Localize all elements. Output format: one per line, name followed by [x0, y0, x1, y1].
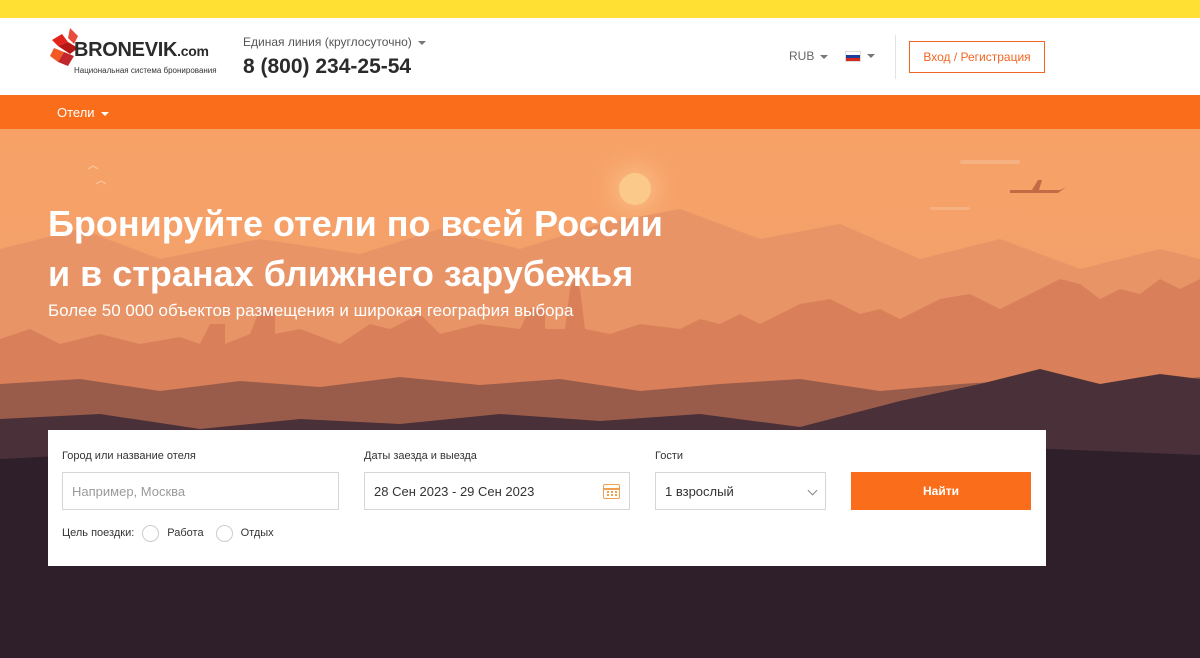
hero-title: Бронируйте отели по всей России и в стра…: [48, 199, 748, 299]
hero-banner: Бронируйте отели по всей России и в стра…: [0, 129, 1200, 658]
main-nav: Отели: [0, 95, 1200, 129]
logo-tagline: Национальная система бронирования: [74, 66, 217, 75]
guests-field-label: Гости: [655, 450, 684, 462]
dates-picker-field[interactable]: 28 Сен 2023 - 29 Сен 2023: [364, 472, 630, 510]
chevron-down-icon: [807, 485, 818, 496]
hotline-dropdown[interactable]: Единая линия (круглосуточно): [243, 35, 426, 49]
radio-leisure[interactable]: [215, 524, 233, 542]
hero-subtitle: Более 50 000 объектов размещения и широк…: [48, 301, 574, 320]
dates-field-label: Даты заезда и выезда: [364, 450, 477, 462]
chevron-down-icon: [417, 40, 426, 45]
logo[interactable]: BRONEVIK.com Национальная система бронир…: [48, 26, 218, 86]
calendar-icon[interactable]: [603, 484, 620, 499]
radio-work-label[interactable]: Работа: [167, 527, 203, 539]
chevron-down-icon: [820, 54, 829, 59]
city-search-input[interactable]: [62, 472, 339, 510]
logo-text: BRONEVIK.com: [74, 39, 209, 62]
search-submit-button[interactable]: Найти: [851, 472, 1031, 510]
nav-item-label: Отели: [57, 105, 95, 120]
login-register-button[interactable]: Вход / Регистрация: [909, 41, 1045, 73]
dates-value: 28 Сен 2023 - 29 Сен 2023: [374, 483, 535, 499]
nav-item-hotels[interactable]: Отели: [57, 105, 109, 120]
site-header: BRONEVIK.com Национальная система бронир…: [0, 18, 1200, 95]
trip-purpose-label: Цель поездки:: [62, 527, 135, 539]
language-selector[interactable]: [845, 49, 875, 63]
logo-domain: .com: [177, 43, 209, 59]
guests-value: 1 взрослый: [665, 483, 734, 499]
chevron-down-icon: [867, 54, 875, 58]
hero-title-line-2: и в странах ближнего зарубежья: [48, 253, 634, 294]
currency-selector[interactable]: RUB: [789, 49, 829, 63]
trip-purpose-group: Цель поездки: Работа Отдых: [62, 524, 278, 542]
hotline-label: Единая линия (круглосуточно): [243, 35, 412, 49]
hotel-search-form: Город или название отеля Даты заезда и в…: [48, 430, 1046, 566]
guests-select[interactable]: 1 взрослый: [655, 472, 826, 510]
currency-label: RUB: [789, 49, 815, 63]
radio-work[interactable]: [142, 524, 160, 542]
chevron-down-icon: [100, 111, 109, 116]
radio-leisure-label[interactable]: Отдых: [241, 527, 274, 539]
header-divider: [895, 35, 896, 79]
city-field-label: Город или название отеля: [62, 450, 196, 462]
logo-brand: BRONEVIK: [74, 39, 178, 61]
russia-flag-icon: [845, 50, 861, 62]
hero-title-line-1: Бронируйте отели по всей России: [48, 203, 663, 244]
top-announcement-bar: [0, 0, 1200, 18]
phone-number[interactable]: 8 (800) 234-25-54: [243, 55, 411, 79]
